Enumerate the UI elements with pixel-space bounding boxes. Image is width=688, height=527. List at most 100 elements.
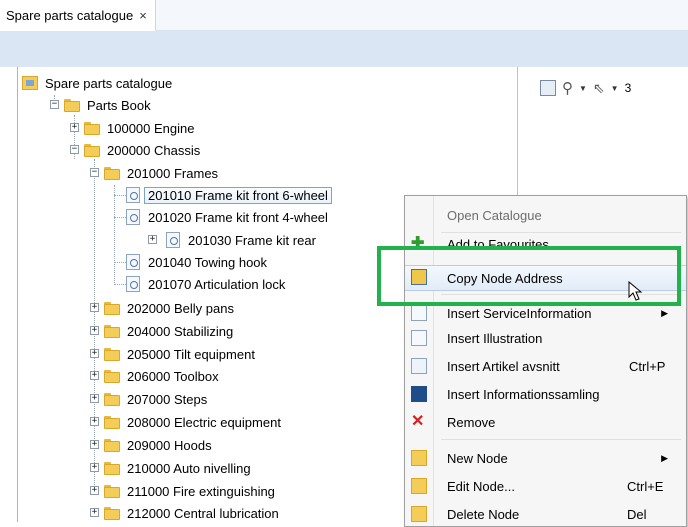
folder-icon [104,415,120,429]
chevron-down-icon[interactable]: ▼ [579,84,587,93]
catalogue-icon [22,76,38,90]
tree-node-206000[interactable]: 206000 Toolbox [104,366,219,386]
toolbar-number[interactable]: 3 [625,81,632,95]
document-icon [126,209,140,225]
expand-icon[interactable]: + [90,349,99,358]
tree-node-209000[interactable]: 209000 Hoods [104,435,212,455]
menu-item-insert-informationssamling[interactable]: Insert Informationssamling [405,383,686,405]
tab-spare-parts-catalogue[interactable]: Spare parts catalogue × [0,0,156,31]
close-icon[interactable]: × [139,8,147,23]
context-menu: Open Catalogue ✚ Add to Favourites... Co… [404,195,687,527]
folder-icon [104,506,120,520]
tree-node-label: 210000 Auto nivelling [127,460,251,476]
tree-node-label: 207000 Steps [127,391,208,407]
folder-icon [104,324,120,338]
tree-node-label: 202000 Belly pans [127,300,234,316]
tree-node-label: 204000 Stabilizing [127,323,234,339]
tree-node-208000[interactable]: 208000 Electric equipment [104,412,281,432]
tree-node-201070[interactable]: 201070 Articulation lock [126,274,285,294]
new-node-icon [411,450,427,466]
expand-icon[interactable]: + [90,326,99,335]
tree-node-label: Spare parts catalogue [45,75,173,91]
tree-node-201020[interactable]: 201020 Frame kit front 4-wheel [126,207,328,227]
tree-node-engine[interactable]: 100000 Engine [84,118,194,138]
tree-node-204000[interactable]: 204000 Stabilizing [104,321,233,341]
tree-node-chassis[interactable]: 200000 Chassis [84,140,200,160]
menu-item-edit-node[interactable]: Edit Node... Ctrl+E [405,475,686,497]
tree-node-label: 201040 Towing hook [148,254,268,270]
toolbar-band [0,31,688,67]
expand-icon[interactable]: + [90,440,99,449]
tree-node-label: Parts Book [87,97,151,113]
folder-icon [84,121,100,135]
menu-item-insert-illustration[interactable]: Insert Illustration [405,327,686,349]
tree-node-210000[interactable]: 210000 Auto nivelling [104,458,251,478]
folder-icon [104,301,120,315]
article-icon [411,358,427,374]
mouse-pointer-icon [628,281,643,301]
remove-icon: ✕ [411,413,425,430]
expand-icon[interactable]: + [90,508,99,517]
submenu-arrow-icon: ▶ [661,307,668,318]
tree-node-frames[interactable]: 201000 Frames [104,163,218,183]
tree-node-label: 206000 Toolbox [127,368,219,384]
tree-node-parts-book[interactable]: Parts Book [64,95,151,115]
document-icon [126,254,140,270]
folder-icon [104,347,120,361]
document-icon [166,232,180,248]
tree-node-201040[interactable]: 201040 Towing hook [126,252,267,272]
collapse-icon[interactable]: − [70,145,79,154]
zoom-icon[interactable]: ⚲ [562,79,573,97]
expand-icon[interactable]: + [90,371,99,380]
tree-node-212000[interactable]: 212000 Central lubrication [104,503,279,522]
expand-icon[interactable]: + [90,463,99,472]
tab-strip: Spare parts catalogue × [0,0,688,31]
tree-node-201030[interactable]: 201030 Frame kit rear [166,230,316,250]
tree-node-label: 201070 Articulation lock [148,276,286,292]
illustration-icon [411,330,427,346]
tree-node-211000[interactable]: 211000 Fire extinguishing [104,481,275,501]
tree-node-202000[interactable]: 202000 Belly pans [104,298,234,318]
tree-node-label: 100000 Engine [107,120,195,136]
folder-icon [64,98,80,112]
tree-node-label: 205000 Tilt equipment [127,346,255,362]
expand-icon[interactable]: + [148,235,157,244]
document-icon [126,187,140,203]
chevron-down-icon[interactable]: ▼ [611,84,619,93]
menu-item-new-node[interactable]: New Node ▶ [405,447,686,469]
collapse-book-icon[interactable]: − [50,100,59,109]
expand-icon[interactable]: + [70,123,79,132]
expand-icon[interactable]: + [90,417,99,426]
folder-icon [104,369,120,383]
collapse-icon[interactable]: − [90,168,99,177]
folder-icon [104,392,120,406]
tree-node-label: 209000 Hoods [127,437,212,453]
document-icon [126,276,140,292]
expand-icon[interactable]: + [90,486,99,495]
tree-node-label: 201000 Frames [127,165,219,181]
tree-node-label: 201030 Frame kit rear [188,232,316,248]
tree-node-label: 200000 Chassis [107,142,201,158]
tree-node-label-selected: 201010 Frame kit front 6-wheel [144,186,332,204]
menu-item-remove[interactable]: ✕ Remove [405,411,686,433]
expand-icon[interactable]: + [90,303,99,312]
folder-icon [104,438,120,452]
folder-icon [84,143,100,157]
tree-node-root[interactable]: Spare parts catalogue [22,73,172,93]
pointer-icon[interactable]: ⇖ [593,80,605,97]
tab-title: Spare parts catalogue [6,7,134,23]
submenu-arrow-icon: ▶ [661,452,668,463]
tree-node-205000[interactable]: 205000 Tilt equipment [104,344,255,364]
menu-item-insert-artikel-avsnitt[interactable]: Insert Artikel avsnitt Ctrl+P [405,355,686,377]
folder-icon [104,461,120,475]
menu-item-open-catalogue[interactable]: Open Catalogue [405,204,686,226]
tree-node-label: 208000 Electric equipment [127,414,281,430]
edit-node-icon [411,478,427,494]
tree-node-201010[interactable]: 201010 Frame kit front 6-wheel [126,185,332,205]
collection-icon [411,386,427,402]
tree-node-label: 201020 Frame kit front 4-wheel [148,209,328,225]
fit-page-icon[interactable] [540,80,556,96]
expand-icon[interactable]: + [90,394,99,403]
tree-node-207000[interactable]: 207000 Steps [104,389,207,409]
tree-node-label: 211000 Fire extinguishing [127,483,275,499]
